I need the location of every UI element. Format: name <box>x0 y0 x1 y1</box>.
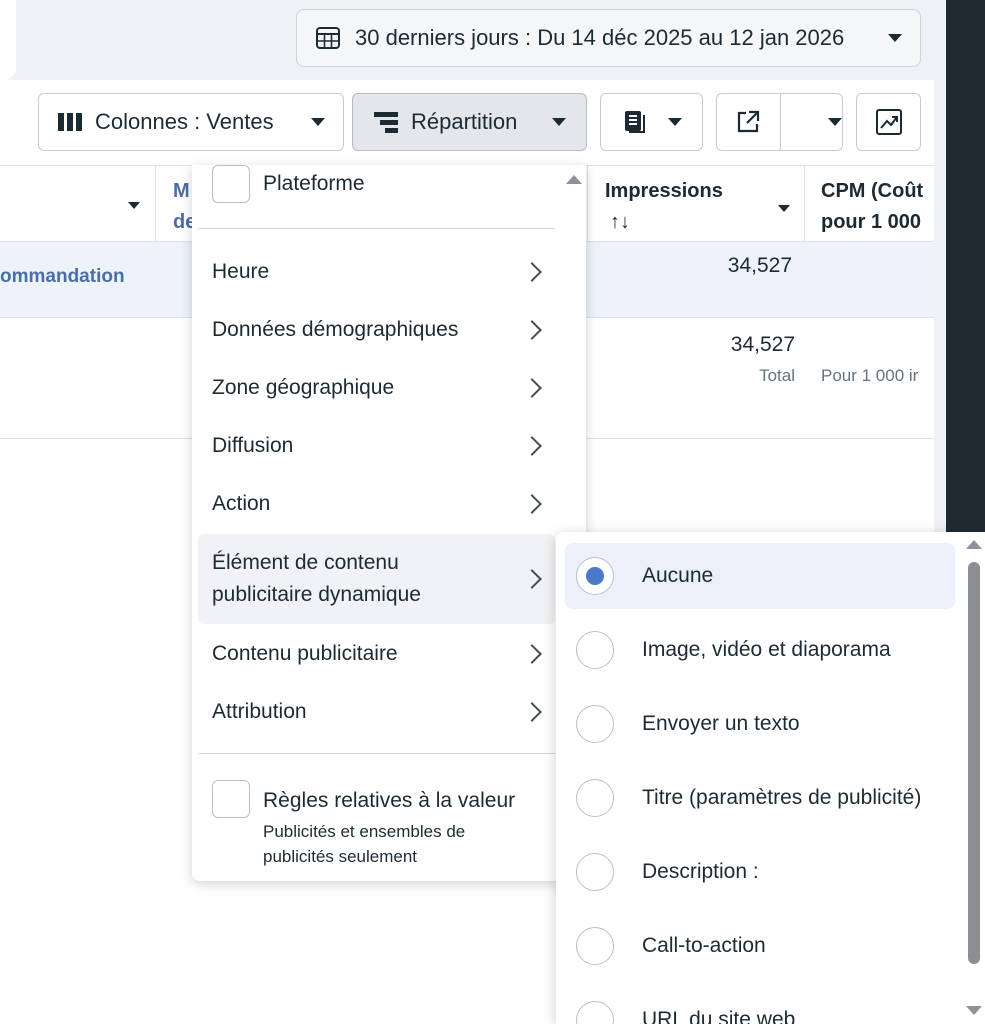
chart-button[interactable] <box>856 93 921 151</box>
menu-item-label: Action <box>212 492 271 515</box>
caret-down-icon <box>311 118 325 126</box>
reports-icon <box>625 111 645 133</box>
radio-button[interactable] <box>576 705 614 743</box>
radio-button[interactable] <box>576 779 614 817</box>
menu-item-label: Diffusion <box>212 434 294 457</box>
menu-item-heure[interactable]: Heure <box>198 243 555 301</box>
trend-chart-icon <box>875 109 902 135</box>
chevron-right-icon <box>522 262 542 282</box>
option-cta[interactable]: Call-to-action <box>565 913 955 979</box>
date-range-label: 30 derniers jours : Du 14 déc 2025 au 12… <box>355 25 845 50</box>
reports-button[interactable] <box>600 93 703 151</box>
caret-down-icon <box>552 118 566 126</box>
caret-down-icon <box>828 118 842 126</box>
menu-item-action[interactable]: Action <box>198 475 555 533</box>
column-header-partial[interactable]: M de <box>173 176 193 238</box>
scroll-up-icon[interactable] <box>566 175 582 184</box>
platform-label: Plateforme <box>263 172 365 195</box>
caret-down-icon <box>888 34 902 42</box>
breakdown-label: Répartition <box>411 109 518 134</box>
menu-item-dynamic-creative[interactable]: Élément de contenu publicitaire dynamique <box>198 534 555 624</box>
radio-button[interactable] <box>576 1001 614 1024</box>
radio-selected[interactable] <box>576 557 614 595</box>
chevron-right-icon <box>522 320 542 340</box>
sort-caret-icon[interactable] <box>778 205 790 212</box>
menu-item-label: Heure <box>212 260 270 283</box>
value-rules-subtitle: Publicités et ensembles de publicités seu… <box>263 822 466 866</box>
columns-icon <box>58 113 82 131</box>
menu-item-demographics[interactable]: Données démographiques <box>198 301 555 359</box>
option-image-video[interactable]: Image, vidéo et diaporama <box>565 617 955 683</box>
row-name-link[interactable]: ommandation <box>0 266 125 288</box>
column-divider <box>155 166 156 242</box>
menu-item-geography[interactable]: Zone géographique <box>198 359 555 417</box>
date-range-button[interactable]: 30 derniers jours : Du 14 déc 2025 au 12… <box>296 9 921 67</box>
menu-item-label: Données démographiques <box>212 318 459 341</box>
export-button-group <box>716 93 843 151</box>
option-label: Description : <box>642 860 759 883</box>
column-divider <box>804 166 805 242</box>
platform-checkbox[interactable] <box>212 165 250 203</box>
column-divider <box>587 166 588 242</box>
option-aucune[interactable]: Aucune <box>565 543 955 609</box>
columns-button[interactable]: Colonnes : Ventes <box>38 93 344 151</box>
chevron-right-icon <box>522 644 542 664</box>
option-label: URL du site web <box>642 1008 796 1024</box>
columns-label: Colonnes : Ventes <box>95 109 274 134</box>
row-impressions: 34,527 <box>727 254 792 277</box>
menu-item-label: Contenu publicitaire <box>212 642 398 665</box>
menu-item-label: Élément de contenu publicitaire dynamique <box>212 551 421 606</box>
menu-item-delivery[interactable]: Diffusion <box>198 417 555 475</box>
option-title[interactable]: Titre (paramètres de publicité) <box>565 765 955 831</box>
option-label: Titre (paramètres de publicité) <box>642 786 922 809</box>
chevron-right-icon <box>522 569 542 589</box>
radio-button[interactable] <box>576 631 614 669</box>
top-card-edge <box>0 0 16 80</box>
total-impressions: 34,527 <box>730 333 795 356</box>
value-rules-title: Règles relatives à la valeur <box>263 789 516 812</box>
export-icon <box>738 110 760 133</box>
total-impressions-sub: Total <box>759 366 795 385</box>
option-label: Envoyer un texto <box>642 712 800 735</box>
scroll-up-icon[interactable] <box>966 540 982 549</box>
menu-divider <box>198 228 555 229</box>
option-text[interactable]: Envoyer un texto <box>565 691 955 757</box>
option-website-url[interactable]: URL du site web <box>565 987 955 1024</box>
sort-caret-icon[interactable] <box>128 202 140 209</box>
option-label: Call-to-action <box>642 934 766 957</box>
chevron-right-icon <box>522 378 542 398</box>
menu-item-attribution[interactable]: Attribution <box>198 683 555 741</box>
cpm-header[interactable]: CPM (Coût <box>821 176 923 207</box>
cpm-header-line2: pour 1 000 <box>821 211 922 233</box>
radio-button[interactable] <box>576 927 614 965</box>
export-button[interactable] <box>717 94 780 150</box>
breakdown-button[interactable]: Répartition <box>352 93 587 151</box>
chevron-right-icon <box>522 702 542 722</box>
scrollbar-thumb[interactable] <box>968 562 980 964</box>
chevron-right-icon <box>522 436 542 456</box>
menu-item-ad-content[interactable]: Contenu publicitaire <box>198 625 555 683</box>
caret-down-icon <box>668 118 682 126</box>
value-rules-checkbox[interactable] <box>212 780 250 818</box>
option-label: Image, vidéo et diaporama <box>642 638 891 661</box>
menu-divider <box>198 753 555 754</box>
export-options-button[interactable] <box>779 94 842 150</box>
breakdown-menu: Plateforme Heure Données démographiques … <box>192 165 586 881</box>
menu-item-label: Attribution <box>212 700 307 723</box>
breakdown-icon <box>374 112 398 133</box>
chevron-right-icon <box>522 494 542 514</box>
cpm-sub: Pour 1 000 ir <box>821 366 919 385</box>
sort-arrows-icon[interactable]: ↑↓ <box>610 207 630 238</box>
scroll-down-icon[interactable] <box>966 1006 982 1015</box>
option-description[interactable]: Description : <box>565 839 955 905</box>
radio-button[interactable] <box>576 853 614 891</box>
dynamic-creative-submenu: Aucune Image, vidéo et diaporama Envoyer… <box>556 532 985 1024</box>
menu-item-label: Zone géographique <box>212 376 395 399</box>
impressions-header[interactable]: Impressions <box>605 176 723 207</box>
option-label: Aucune <box>642 564 714 587</box>
calendar-icon <box>316 27 340 49</box>
